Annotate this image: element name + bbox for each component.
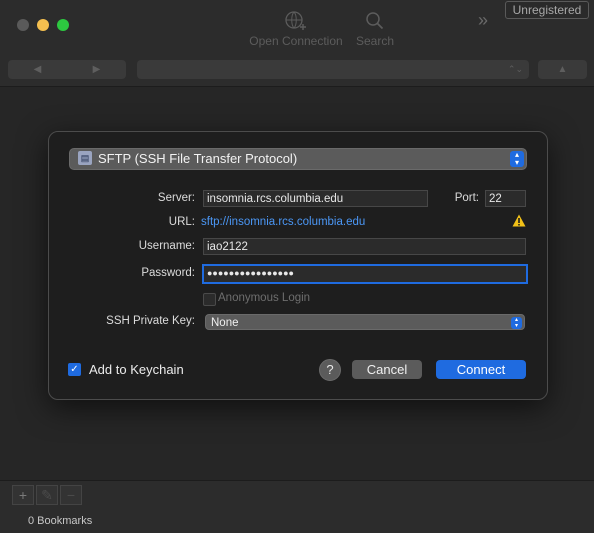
connect-button[interactable]: Connect xyxy=(436,360,526,379)
bookmark-bar: + ✎ − 0 Bookmarks xyxy=(0,480,594,533)
edit-bookmark-button[interactable]: ✎ xyxy=(36,485,58,505)
search-button[interactable]: Search xyxy=(352,10,398,48)
chevron-updown-icon: ▴ ▾ xyxy=(510,151,524,167)
toolbar-overflow-chevron-icon[interactable]: » xyxy=(478,10,488,31)
password-label: Password: xyxy=(141,267,195,279)
protocol-value: SFTP (SSH File Transfer Protocol) xyxy=(98,151,298,166)
add-bookmark-button[interactable]: + xyxy=(12,485,34,505)
cancel-button[interactable]: Cancel xyxy=(352,360,422,379)
ssh-private-key-select[interactable]: None ▴ ▾ xyxy=(205,314,525,330)
back-forward-control: ◀ ▶ xyxy=(8,60,126,79)
username-field[interactable]: iao2122 xyxy=(203,238,526,255)
ssh-key-value: None xyxy=(211,317,239,329)
title-bar: Open Connection Search » Unregistered xyxy=(0,0,594,52)
pencil-icon: ✎ xyxy=(41,487,53,503)
chevron-updown-icon: ▴ ▾ xyxy=(511,317,522,329)
parent-directory-button[interactable]: ▲ xyxy=(538,60,587,79)
path-popup[interactable]: ⌃⌄ xyxy=(137,60,529,79)
chevron-updown-icon: ⌃⌄ xyxy=(507,64,523,74)
url-link[interactable]: sftp://insomnia.rcs.columbia.edu xyxy=(201,216,365,228)
add-to-keychain-label: Add to Keychain xyxy=(89,362,184,377)
server-field[interactable]: insomnia.rcs.columbia.edu xyxy=(203,190,428,207)
up-arrow-icon: ▲ xyxy=(557,64,568,75)
open-connection-label: Open Connection xyxy=(249,34,343,48)
forward-arrow-icon[interactable]: ▶ xyxy=(67,60,126,79)
open-connection-button[interactable]: Open Connection xyxy=(248,10,344,48)
url-label: URL: xyxy=(168,216,195,228)
zoom-window-button[interactable] xyxy=(57,19,69,31)
drive-icon: ▤ xyxy=(78,151,92,165)
protocol-select[interactable]: ▤ SFTP (SSH File Transfer Protocol) ▴ ▾ xyxy=(69,148,527,170)
navigation-bar: ◀ ▶ ⌃⌄ ▲ xyxy=(0,52,594,87)
bookmark-actions: + ✎ − xyxy=(12,485,84,505)
warning-icon[interactable] xyxy=(512,214,526,232)
unregistered-badge[interactable]: Unregistered xyxy=(505,1,589,19)
search-label: Search xyxy=(355,34,395,48)
ssh-key-label: SSH Private Key: xyxy=(106,315,195,327)
remove-bookmark-button[interactable]: − xyxy=(60,485,82,505)
bookmark-count: 0 Bookmarks xyxy=(28,515,93,527)
back-arrow-icon[interactable]: ◀ xyxy=(8,60,67,79)
anonymous-login-label: Anonymous Login xyxy=(218,292,311,304)
port-field[interactable]: 22 xyxy=(485,190,526,207)
globe-plus-icon xyxy=(248,10,344,34)
add-to-keychain-checkbox[interactable]: ✓ xyxy=(68,363,81,376)
open-connection-sheet: ▤ SFTP (SSH File Transfer Protocol) ▴ ▾ S… xyxy=(48,131,548,400)
close-window-button[interactable] xyxy=(17,19,29,31)
username-label: Username: xyxy=(138,240,195,252)
search-icon xyxy=(352,10,398,34)
minimize-window-button[interactable] xyxy=(37,19,49,31)
help-button[interactable]: ? xyxy=(319,359,341,381)
port-label: Port: xyxy=(454,192,479,204)
password-field[interactable]: ●●●●●●●●●●●●●●●● xyxy=(202,264,528,284)
anonymous-login-checkbox[interactable] xyxy=(203,293,216,306)
server-label: Server: xyxy=(157,192,195,204)
